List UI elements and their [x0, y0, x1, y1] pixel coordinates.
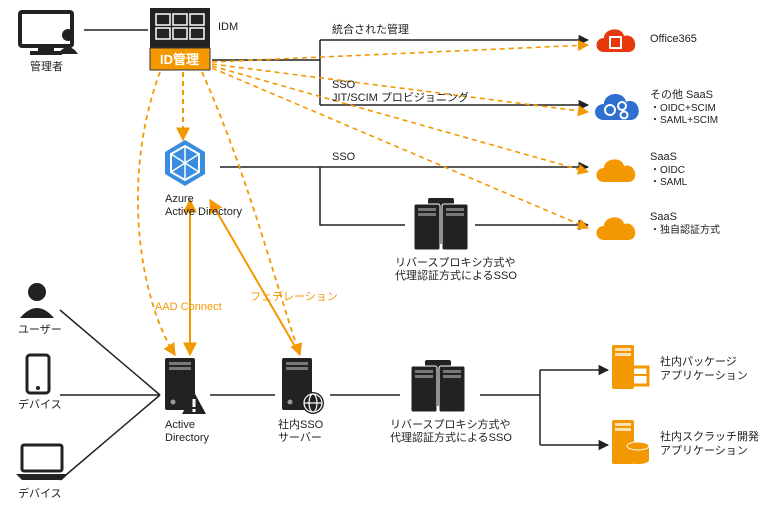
- app-db-icon: [612, 420, 649, 464]
- o365-label: Office365: [650, 33, 697, 45]
- azuread-label2: Active Directory: [165, 206, 243, 218]
- idmgmt-label: ID管理: [160, 52, 199, 67]
- edge-label-sso2: SSO: [332, 151, 356, 163]
- edge-aad-rproxy1: [320, 167, 405, 225]
- ad-label1: Active: [165, 419, 195, 431]
- edge-idmgmt-saas1-dashed: [212, 66, 588, 172]
- device1-node: デバイス: [18, 355, 62, 411]
- saas2-label: SaaS: [650, 211, 677, 223]
- cloud-icon: [597, 29, 636, 52]
- azuread-node: Azure Active Directory: [165, 140, 243, 218]
- intpkg-label1: 社内パッケージ: [660, 354, 737, 368]
- saas2-node: SaaS ・独自認証方式: [597, 211, 721, 240]
- rproxy1-node: リバースプロキシ方式や 代理認証方式によるSSO: [395, 198, 517, 282]
- user-node: ユーザー: [18, 283, 62, 336]
- ssosrv-node: 社内SSO サーバー: [278, 358, 324, 444]
- edge-label-jitscim: JIT/SCIM プロビジョニング: [332, 90, 469, 104]
- laptop-icon: [16, 445, 68, 480]
- saas1-b2: ・SAML: [650, 177, 688, 188]
- device2-label: デバイス: [18, 486, 62, 500]
- intscratch-label1: 社内スクラッチ開発: [660, 429, 759, 443]
- rproxy2-label2: 代理認証方式によるSSO: [390, 430, 512, 444]
- device2-node: デバイス: [16, 445, 68, 500]
- rproxy1-label1: リバースプロキシ方式や: [395, 255, 515, 269]
- saas1-b1: ・OIDC: [650, 165, 685, 176]
- othersaas-node: その他 SaaS ・OIDC+SCIM ・SAML+SCIM: [595, 88, 718, 126]
- edge-out-intpkg: [540, 370, 608, 395]
- idm-label: IDM: [218, 21, 238, 33]
- edge-label-aadconnect: AAD Connect: [155, 301, 222, 313]
- device1-label: デバイス: [18, 397, 62, 411]
- saas1-node: SaaS ・OIDC ・SAML: [597, 151, 688, 188]
- othersaas-b1: ・OIDC+SCIM: [650, 103, 716, 114]
- globe-icon: [302, 392, 324, 414]
- intpkg-node: 社内パッケージ アプリケーション: [612, 345, 748, 389]
- cloud-gears-icon: [595, 94, 639, 120]
- server-cluster-icon: [414, 198, 468, 250]
- app-server-icon: [612, 345, 648, 389]
- admin-label: 管理者: [30, 59, 63, 73]
- edge-idm-o365: [320, 40, 588, 60]
- user-label: ユーザー: [18, 323, 62, 336]
- o365-node: Office365: [597, 29, 697, 52]
- azuread-icon: [165, 140, 205, 186]
- intscratch-label2: アプリケーション: [660, 444, 748, 457]
- phone-icon: [27, 355, 49, 393]
- server-cluster-icon: [411, 360, 465, 412]
- edge-label-federation: フェデレーション: [250, 289, 338, 303]
- ad-label2: Directory: [165, 432, 210, 444]
- othersaas-label: その他 SaaS: [650, 88, 713, 101]
- intscratch-node: 社内スクラッチ開発 アプリケーション: [612, 420, 759, 464]
- ssosrv-label1: 社内SSO: [278, 417, 324, 431]
- user-icon: [20, 283, 54, 318]
- cloud-icon: [597, 159, 636, 182]
- edge-dev2-ad: [60, 395, 160, 480]
- edge-idmgmt-o365-dashed: [212, 45, 588, 62]
- ad-node: Active Directory: [165, 358, 210, 444]
- othersaas-b2: ・SAML+SCIM: [650, 115, 718, 126]
- admin-node: 管理者: [20, 12, 78, 73]
- intpkg-label2: アプリケーション: [660, 369, 748, 382]
- edge-user-ad: [60, 310, 160, 395]
- saas1-label: SaaS: [650, 151, 677, 163]
- person-icon: [58, 29, 78, 54]
- edge-label-integrated: 統合された管理: [332, 22, 409, 36]
- rproxy2-label1: リバースプロキシ方式や: [390, 417, 510, 431]
- azuread-label1: Azure: [165, 193, 194, 205]
- cloud-icon: [597, 217, 636, 240]
- rproxy1-label2: 代理認証方式によるSSO: [395, 268, 517, 282]
- edge-federation: [210, 200, 300, 355]
- ssosrv-label2: サーバー: [278, 431, 322, 444]
- edge-out-intscratch: [540, 395, 608, 445]
- saas2-b1: ・独自認証方式: [650, 223, 720, 236]
- edge-label-sso: SSO: [332, 79, 356, 91]
- rproxy2-node: リバースプロキシ方式や 代理認証方式によるSSO: [390, 360, 512, 444]
